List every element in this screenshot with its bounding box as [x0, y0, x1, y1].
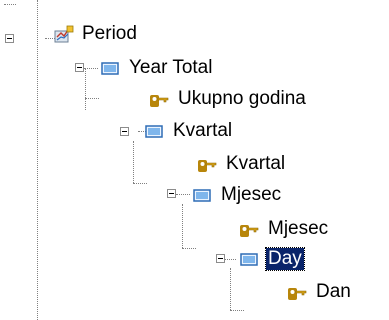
tree-line: [230, 310, 244, 311]
tree-node-label: Ukupno godina: [178, 88, 306, 109]
key-icon: [198, 160, 217, 172]
key-icon: [288, 288, 307, 300]
tree-node-period[interactable]: Period: [52, 22, 139, 46]
collapse-button[interactable]: [120, 127, 129, 136]
tree-node-mjesec-level[interactable]: Mjesec: [191, 183, 283, 207]
dimension-icon: [54, 25, 74, 43]
tree-line: [182, 248, 196, 249]
collapse-button[interactable]: [5, 34, 14, 43]
tree-node-label: Day: [265, 247, 305, 271]
level-icon: [101, 62, 119, 75]
tree-node-label: Mjesec: [268, 218, 329, 239]
key-icon: [240, 225, 259, 237]
tree-line: [133, 141, 134, 183]
tree-node-ukupno-godina[interactable]: Ukupno godina: [148, 87, 308, 111]
tree-node-day[interactable]: Day: [238, 247, 305, 271]
tree-node-mjesec-key[interactable]: Mjesec: [238, 217, 330, 241]
level-icon: [145, 125, 163, 138]
tree-node-dan[interactable]: Dan: [286, 280, 353, 304]
tree-node-label: Mjesec: [221, 184, 282, 205]
tree-line: [133, 183, 147, 184]
hierarchy-tree[interactable]: Period Year Total Ukupno godina Kvartal: [0, 0, 389, 320]
tree-line: [4, 4, 16, 5]
tree-node-kvartal-level[interactable]: Kvartal: [143, 119, 234, 143]
collapse-button[interactable]: [75, 63, 84, 72]
tree-line: [37, 0, 38, 320]
level-icon: [193, 189, 211, 202]
level-icon: [240, 253, 258, 266]
tree-line: [85, 68, 86, 110]
key-icon: [150, 95, 169, 107]
collapse-button[interactable]: [216, 254, 225, 263]
tree-line: [182, 204, 183, 248]
tree-node-year-total[interactable]: Year Total: [99, 56, 214, 80]
collapse-button[interactable]: [167, 189, 176, 198]
tree-line: [84, 68, 98, 69]
tree-node-label: Kvartal: [173, 120, 233, 141]
tree-line: [230, 268, 231, 310]
tree-node-label: Period: [82, 23, 137, 44]
tree-node-kvartal-key[interactable]: Kvartal: [196, 152, 287, 176]
tree-node-label: Dan: [316, 281, 351, 302]
tree-line: [176, 194, 190, 195]
tree-line: [85, 98, 99, 99]
tree-node-label: Kvartal: [226, 153, 286, 174]
tree-node-label: Year Total: [129, 57, 213, 78]
